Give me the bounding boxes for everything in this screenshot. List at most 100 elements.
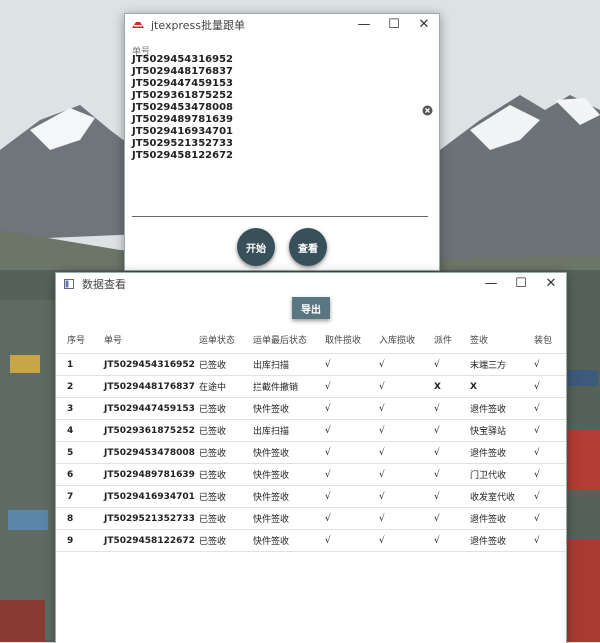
cell-tracking-number: JT5029361875252 [104, 425, 195, 436]
column-header-packed[interactable]: 装包 [534, 325, 552, 353]
cell-last-status: 出库扫描 [253, 427, 290, 437]
cell-delivery: √ [434, 469, 440, 480]
tracking-numbers-input[interactable]: JT5029454316952 JT5029448176837 JT502944… [132, 54, 428, 217]
cell-waybill-status: 已签收 [199, 515, 227, 525]
table-row[interactable]: 4 JT5029361875252 已签收 出库扫描 √ √ √ 快宝驿站 √ [56, 419, 566, 441]
start-button[interactable]: 开始 [237, 228, 275, 266]
column-header-index[interactable]: 序号 [67, 325, 85, 353]
cell-index: 4 [67, 425, 74, 436]
cell-signed: 退件签收 [470, 515, 507, 525]
cell-index: 5 [67, 447, 74, 458]
table-row[interactable]: 1 JT5029454316952 已签收 出库扫描 √ √ √ 末端三方 √ [56, 353, 566, 375]
cell-packed: √ [534, 491, 540, 502]
cell-last-status: 快件签收 [253, 515, 290, 525]
cell-delivery: √ [434, 535, 440, 546]
cell-packed: √ [534, 447, 540, 458]
batch-tracking-window: jtexpress批量跟单 — ☐ ✕ 单号 JT5029454316952 J… [124, 13, 440, 271]
table-row[interactable]: 3 JT5029447459153 已签收 快件签收 √ √ √ 退件签收 √ [56, 397, 566, 419]
cell-pickup: √ [325, 513, 331, 524]
cell-last-status: 快件签收 [253, 471, 290, 481]
cell-warehouse-in: √ [379, 491, 385, 502]
titlebar: jtexpress批量跟单 — ☐ ✕ [125, 14, 439, 36]
cell-signed: 退件签收 [470, 449, 507, 459]
cell-warehouse-in: √ [379, 469, 385, 480]
cell-last-status: 快件签收 [253, 405, 290, 415]
table-header: 序号 单号 运单状态 运单最后状态 取件揽收 入库揽收 派件 签收 装包 [56, 325, 566, 353]
cell-warehouse-in: √ [379, 447, 385, 458]
cell-signed: 收发室代收 [470, 493, 516, 503]
cell-packed: √ [534, 513, 540, 524]
column-header-warehouse-in[interactable]: 入库揽收 [379, 325, 415, 353]
column-header-tracking-number[interactable]: 单号 [104, 325, 122, 353]
column-header-delivery[interactable]: 派件 [434, 325, 452, 353]
cell-index: 9 [67, 535, 74, 546]
table-row[interactable]: 9 JT5029458122672 已签收 快件签收 √ √ √ 退件签收 √ [56, 529, 566, 552]
cell-warehouse-in: √ [379, 513, 385, 524]
cell-waybill-status: 已签收 [199, 449, 227, 459]
cell-tracking-number: JT5029521352733 [104, 513, 195, 524]
cell-tracking-number: JT5029458122672 [104, 535, 195, 546]
table-row[interactable]: 8 JT5029521352733 已签收 快件签收 √ √ √ 退件签收 √ [56, 507, 566, 529]
window-title: 数据查看 [82, 278, 126, 291]
table-row[interactable]: 2 JT5029448176837 在途中 拦截件撤销 √ √ X X √ [56, 375, 566, 397]
view-button[interactable]: 查看 [289, 228, 327, 266]
cell-pickup: √ [325, 535, 331, 546]
cell-tracking-number: JT5029416934701 [104, 491, 195, 502]
clear-input-icon[interactable] [422, 101, 433, 116]
cell-delivery: √ [434, 447, 440, 458]
cell-signed: 快宝驿站 [470, 427, 507, 437]
data-view-window: 数据查看 — ☐ ✕ 导出 序号 单号 运单状态 运单最后状态 取件揽收 入库揽收 派件 签收… [55, 272, 567, 643]
column-header-signed[interactable]: 签收 [470, 325, 488, 353]
table-row[interactable]: 5 JT5029453478008 已签收 快件签收 √ √ √ 退件签收 √ [56, 441, 566, 463]
cell-packed: √ [534, 535, 540, 546]
cell-waybill-status: 已签收 [199, 471, 227, 481]
cell-index: 6 [67, 469, 74, 480]
maximize-button[interactable]: ☐ [379, 14, 409, 36]
cell-delivery: √ [434, 359, 440, 370]
close-button[interactable]: ✕ [409, 14, 439, 36]
cell-warehouse-in: √ [379, 403, 385, 414]
cell-waybill-status: 已签收 [199, 427, 227, 437]
column-header-pickup[interactable]: 取件揽收 [325, 325, 361, 353]
cell-pickup: √ [325, 381, 331, 392]
cell-pickup: √ [325, 403, 331, 414]
cell-pickup: √ [325, 447, 331, 458]
cell-index: 2 [67, 381, 74, 392]
cell-delivery: √ [434, 403, 440, 414]
cell-index: 7 [67, 491, 74, 502]
cell-packed: √ [534, 381, 540, 392]
minimize-button[interactable]: — [349, 14, 379, 36]
maximize-button[interactable]: ☐ [506, 273, 536, 295]
table-row[interactable]: 6 JT5029489781639 已签收 快件签收 √ √ √ 门卫代收 √ [56, 463, 566, 485]
table-row[interactable]: 7 JT5029416934701 已签收 快件签收 √ √ √ 收发室代收 √ [56, 485, 566, 507]
cell-packed: √ [534, 359, 540, 370]
titlebar: 数据查看 — ☐ ✕ [56, 273, 566, 295]
cell-waybill-status: 已签收 [199, 405, 227, 415]
cell-index: 3 [67, 403, 74, 414]
cell-signed: 退件签收 [470, 405, 507, 415]
export-button[interactable]: 导出 [292, 297, 330, 319]
cell-last-status: 拦截件撤销 [253, 383, 299, 393]
cell-pickup: √ [325, 359, 331, 370]
cell-waybill-status: 已签收 [199, 361, 227, 371]
cell-pickup: √ [325, 425, 331, 436]
cell-warehouse-in: √ [379, 381, 385, 392]
cell-tracking-number: JT5029489781639 [104, 469, 195, 480]
cell-pickup: √ [325, 491, 331, 502]
cell-waybill-status: 在途中 [199, 383, 227, 393]
window-title: jtexpress批量跟单 [151, 19, 245, 32]
cell-delivery: √ [434, 513, 440, 524]
column-header-waybill-status[interactable]: 运单状态 [199, 325, 235, 353]
cell-packed: √ [534, 469, 540, 480]
close-button[interactable]: ✕ [536, 273, 566, 295]
cell-signed: 末端三方 [470, 361, 507, 371]
cell-pickup: √ [325, 469, 331, 480]
minimize-button[interactable]: — [476, 273, 506, 295]
column-header-last-status[interactable]: 运单最后状态 [253, 325, 307, 353]
cell-warehouse-in: √ [379, 535, 385, 546]
cell-waybill-status: 已签收 [199, 537, 227, 547]
cell-packed: √ [534, 403, 540, 414]
jtexpress-logo-icon [131, 20, 145, 30]
cell-tracking-number: JT5029447459153 [104, 403, 195, 414]
cell-last-status: 快件签收 [253, 537, 290, 547]
